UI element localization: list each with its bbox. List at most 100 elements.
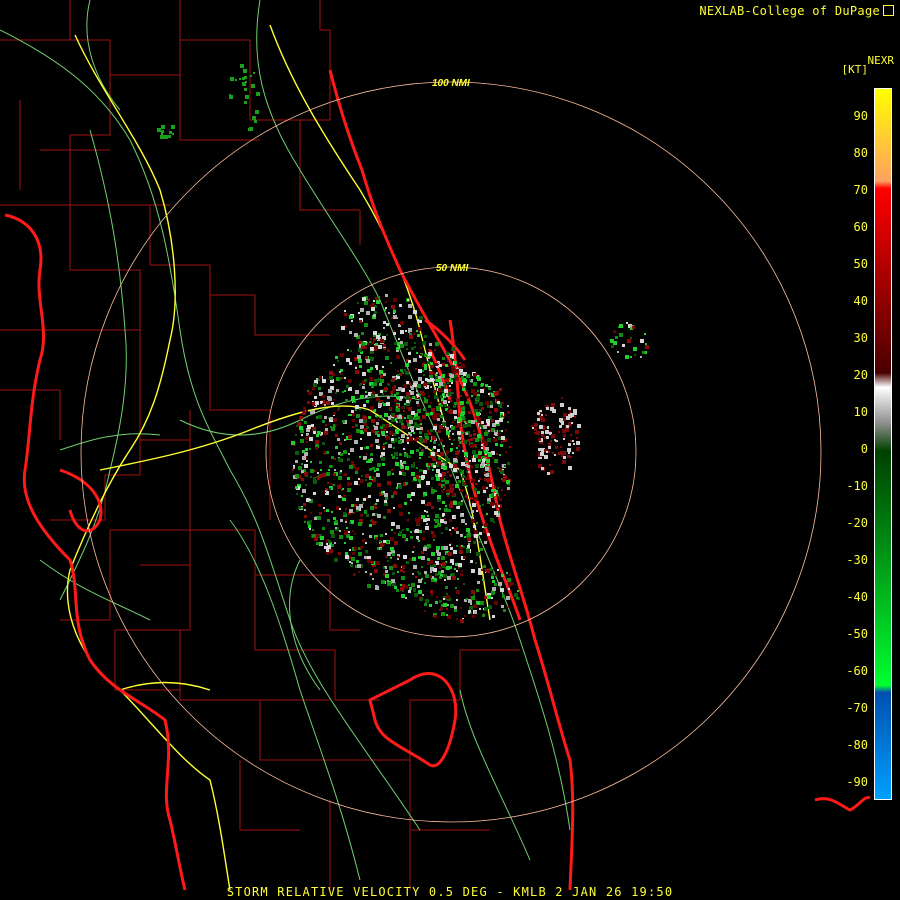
echo-pixel [368,416,371,419]
velocity-color-scale [874,88,892,800]
echo-pixel [325,424,327,426]
echo-pixel [456,618,458,620]
echo-pixel [430,386,432,388]
echo-pixel [467,499,469,501]
echo-pixel [438,388,442,392]
echo-pixel [432,534,436,538]
echo-pixel [434,395,438,399]
echo-pixel [431,531,434,534]
echo-pixel [486,569,490,573]
echo-pixel [317,472,319,474]
echo-pixel [404,342,408,346]
echo-pixel [486,459,490,463]
echo-pixel [400,584,402,586]
echo-pixel [474,530,478,534]
echo-pixel [463,386,465,388]
echo-pixel [322,379,326,383]
echo-pixel [396,421,398,423]
echo-pixel [456,570,458,572]
echo-pixel [432,469,434,471]
echo-pixel [426,481,430,485]
echo-pixel [474,534,478,538]
echo-pixel [399,419,403,423]
echo-pixel [396,589,399,592]
echo-pixel [391,469,393,471]
echo-pixel [467,474,469,476]
echo-pixel [558,431,560,433]
echo-pixel [396,389,398,391]
echo-pixel [461,570,463,572]
echo-pixel [494,408,498,412]
echo-pixel [416,449,419,452]
echo-pixel [404,369,406,371]
echo-pixel [440,519,444,523]
echo-pixel [363,404,366,407]
echo-pixel [394,452,398,456]
echo-pixel [431,487,433,489]
echo-pixel [463,424,467,428]
echo-pixel [394,586,397,589]
echo-pixel [320,434,322,436]
echo-pixel [376,468,379,471]
echo-pixel [460,369,463,372]
echo-pixel [370,338,372,340]
echo-pixel [357,564,361,568]
echo-pixel [559,418,563,422]
scale-tick-label: -40 [846,590,868,604]
echo-pixel [563,418,566,421]
echo-pixel [537,412,540,415]
echo-pixel [502,402,504,404]
echo-pixel [482,614,485,617]
echo-pixel [399,304,402,307]
echo-pixel [538,448,541,451]
echo-pixel [335,424,337,426]
echo-pixel [423,495,425,497]
echo-pixel [479,478,481,480]
echo-pixel [507,411,510,414]
echo-pixel [455,563,458,566]
echo-pixel [491,419,494,422]
echo-pixel [445,527,448,530]
echo-pixel [245,95,249,99]
echo-pixel [472,450,476,454]
echo-pixel [496,494,498,496]
echo-pixel [390,547,394,551]
echo-pixel [446,608,448,610]
echo-pixel [495,443,498,446]
echo-pixel [491,597,493,599]
echo-pixel [378,401,380,403]
echo-pixel [416,437,419,440]
echo-pixel [447,382,449,384]
echo-pixel [363,498,366,501]
echo-pixel [413,546,415,548]
echo-pixel [460,489,463,492]
echo-pixel [367,584,371,588]
echo-pixel [387,473,390,476]
echo-pixel [403,555,407,559]
echo-pixel [169,131,172,134]
echo-pixel [346,527,348,529]
echo-pixel [422,537,425,540]
echo-pixel [389,554,391,556]
echo-pixel [295,474,299,478]
echo-pixel [461,364,465,368]
echo-pixel [382,393,384,395]
echo-pixel [396,406,398,408]
echo-pixel [559,425,562,428]
echo-pixel [452,357,454,359]
echo-pixel [450,374,454,378]
echo-pixel [164,135,168,139]
echo-pixel [441,460,443,462]
echo-pixel [492,615,495,618]
echo-pixel [304,472,308,476]
echo-pixel [413,588,416,591]
echo-pixel [473,525,476,528]
echo-pixel [478,459,481,462]
echo-pixel [366,459,368,461]
echo-pixel [462,475,465,478]
echo-pixel [293,467,295,469]
echo-pixel [370,367,373,370]
echo-pixel [412,480,414,482]
echo-pixel [398,338,400,340]
echo-pixel [373,300,375,302]
